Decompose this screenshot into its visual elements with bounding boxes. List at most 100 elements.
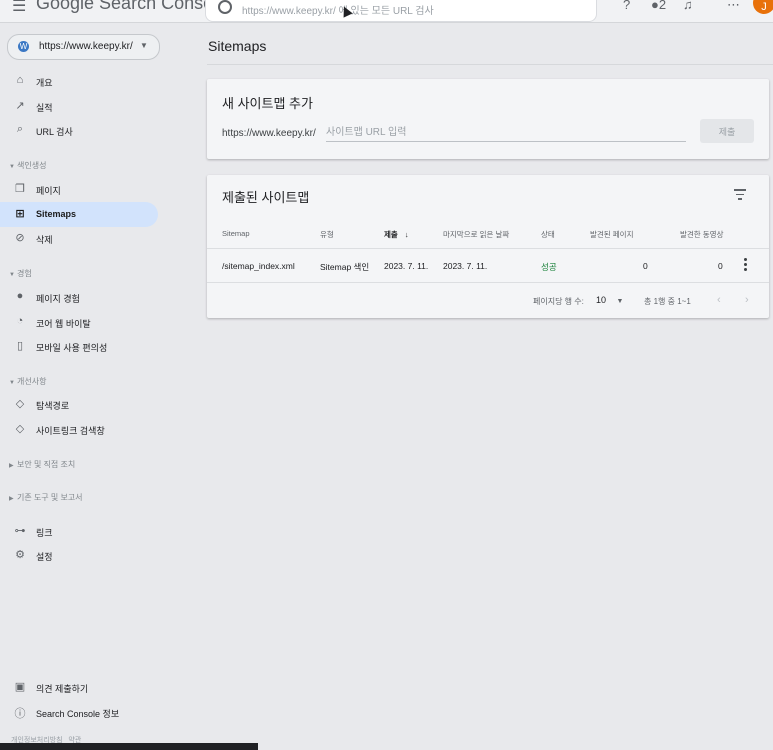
cell-last-read: 2023. 7. 11. (443, 261, 488, 271)
column-header-last-read[interactable]: 마지막으로 읽은 날짜 (443, 229, 509, 240)
column-header-sitemap[interactable]: Sitemap (222, 229, 250, 238)
sidebar-item-label: 삭제 (36, 235, 53, 245)
sidebar-item-settings[interactable]: ⚙ 설정 (0, 543, 158, 568)
chevron-right-icon[interactable]: › (745, 294, 749, 306)
sidebar-item-links[interactable]: ⊶ 링크 (0, 519, 158, 544)
wordpress-icon: W (18, 41, 29, 52)
url-prefix: https://www.keepy.kr/ (222, 128, 316, 139)
chevron-right-icon: ▶ (9, 496, 14, 502)
layers-icon: ◇ (15, 398, 25, 410)
section-label: 경험 (17, 269, 32, 278)
sidebar-item-label: URL 검사 (36, 127, 73, 137)
sidebar-item-pages[interactable]: ❐ 페이지 (0, 177, 158, 202)
home-icon: ⌂ (16, 74, 24, 86)
sidebar-item-core-web-vitals[interactable]: ◔ 코어 웹 바이탈 (0, 310, 158, 335)
sidebar-item-label: Search Console 정보 (36, 709, 120, 719)
cell-discovered-pages: 0 (643, 261, 648, 271)
sitemap-icon: ⊞ (15, 208, 25, 220)
divider (207, 282, 769, 283)
sidebar-item-label: 탐색경로 (36, 401, 70, 411)
section-label: 색인생성 (17, 161, 47, 170)
column-header-discovered-pages[interactable]: 발견된 페이지 (590, 229, 633, 240)
chevron-right-icon: ▶ (9, 463, 14, 469)
chevron-down-icon: ▼ (9, 164, 15, 170)
apps-icon[interactable]: ⋯ (727, 0, 740, 13)
links-icon: ⊶ (14, 525, 26, 537)
sidebar-item-overview[interactable]: ⌂ 개요 (0, 69, 158, 94)
section-experience[interactable]: ▼ 경험 (9, 268, 32, 279)
gear-icon: ⚙ (15, 549, 25, 561)
sidebar-item-sitelinks-searchbox[interactable]: ◇ 사이트링크 검색창 (0, 417, 158, 442)
gauge-icon: ◔ (16, 315, 24, 327)
chevron-left-icon[interactable]: ‹ (717, 294, 721, 306)
column-header-submitted[interactable]: 제출 ↓ (384, 229, 409, 240)
sidebar-item-label: 설정 (36, 552, 53, 562)
top-bar: ☰ Google Search Console https://www.keep… (0, 0, 773, 23)
filter-icon[interactable] (733, 189, 747, 201)
property-url: https://www.keepy.kr/ (39, 41, 133, 52)
bell-icon[interactable]: ♫ (683, 0, 693, 12)
section-label: 개선사항 (17, 377, 47, 386)
feedback-icon: ▣ (14, 681, 26, 693)
cell-submitted: 2023. 7. 11. (384, 261, 429, 271)
sidebar-item-sitemaps[interactable]: ⊞ Sitemaps (0, 202, 158, 227)
cell-type: Sitemap 색인 (320, 262, 370, 272)
section-enhancements[interactable]: ▼ 개선사항 (9, 376, 46, 387)
section-security[interactable]: ▶ 보안 및 직접 조치 (9, 459, 75, 470)
sidebar-item-about[interactable]: ⓘ Search Console 정보 (0, 700, 158, 725)
submitted-sitemaps-card: 제출된 사이트맵 Sitemap 유형 제출 ↓ 마지막으로 읽은 날짜 상태 … (207, 175, 769, 318)
app-logo[interactable]: Google Search Console (36, 0, 227, 14)
people-count: 2 (658, 0, 667, 12)
page-title: Sitemaps (208, 38, 267, 54)
bottom-tooltip (0, 743, 258, 750)
sidebar-item-performance[interactable]: ↗ 실적 (0, 94, 158, 119)
column-header-type[interactable]: 유형 (320, 229, 334, 240)
url-inspect-search[interactable]: https://www.keepy.kr/ 에 있는 모든 URL 검사 (205, 0, 597, 22)
people-icon[interactable]: ●2 (651, 0, 666, 12)
column-header-label: 제출 (384, 230, 398, 239)
sidebar-item-feedback[interactable]: ▣ 의견 제출하기 (0, 675, 158, 700)
column-header-status[interactable]: 상태 (541, 229, 555, 240)
add-sitemap-card: 새 사이트맵 추가 https://www.keepy.kr/ 제출 (207, 79, 769, 159)
sidebar-item-url-inspection[interactable]: ⌕ URL 검사 (0, 118, 158, 143)
rows-per-page-select[interactable]: 10 ▼ (596, 295, 623, 305)
help-icon[interactable]: ? (623, 0, 630, 12)
removal-icon: ⊘ (15, 232, 25, 244)
menu-icon[interactable]: ☰ (12, 0, 26, 16)
sidebar-item-mobile-usability[interactable]: ▯ 모바일 사용 편의성 (0, 334, 158, 359)
cell-sitemap[interactable]: /sitemap_index.xml (222, 261, 295, 271)
sidebar-item-removals[interactable]: ⊘ 삭제 (0, 226, 158, 251)
section-label: 기존 도구 및 보고서 (17, 493, 83, 502)
sidebar-item-label: 페이지 (36, 186, 61, 196)
sidebar-item-label: Sitemaps (36, 209, 77, 219)
add-sitemap-title: 새 사이트맵 추가 (222, 96, 313, 111)
submit-button[interactable]: 제출 (700, 119, 754, 143)
chevron-down-icon: ▼ (9, 272, 15, 278)
pagination-range: 총 1행 중 1~1 (644, 297, 691, 306)
submitted-sitemaps-title: 제출된 사이트맵 (222, 190, 310, 205)
divider (207, 64, 773, 65)
sidebar-item-label: 개요 (36, 78, 53, 88)
avatar[interactable]: J (753, 0, 773, 14)
column-header-discovered-videos[interactable]: 발견한 동영상 (680, 229, 723, 240)
sidebar-item-breadcrumbs[interactable]: ◇ 탐색경로 (0, 392, 158, 417)
search-icon (218, 0, 232, 14)
sidebar-item-page-experience[interactable]: ● 페이지 경험 (0, 285, 158, 310)
layers-icon: ◇ (15, 423, 25, 435)
sidebar-item-label: 의견 제출하기 (36, 684, 89, 694)
sitemap-url-input[interactable] (326, 123, 686, 142)
page-experience-icon: ● (16, 290, 24, 302)
sidebar-item-label: 실적 (36, 103, 53, 113)
search-icon: ⌕ (16, 123, 24, 135)
section-legacy[interactable]: ▶ 기존 도구 및 보고서 (9, 492, 83, 503)
section-indexing[interactable]: ▼ 색인생성 (9, 160, 46, 171)
property-selector[interactable]: W https://www.keepy.kr/ ▼ (7, 34, 160, 60)
sidebar-item-label: 코어 웹 바이탈 (36, 319, 91, 329)
smartphone-icon: ▯ (16, 340, 24, 352)
sidebar-item-label: 사이트링크 검색창 (36, 426, 105, 436)
more-vert-icon[interactable] (744, 258, 747, 273)
sort-arrow-down-icon: ↓ (404, 230, 409, 239)
chevron-down-icon: ▼ (9, 380, 15, 386)
cell-discovered-videos: 0 (718, 261, 723, 271)
sidebar-item-label: 링크 (36, 528, 53, 538)
